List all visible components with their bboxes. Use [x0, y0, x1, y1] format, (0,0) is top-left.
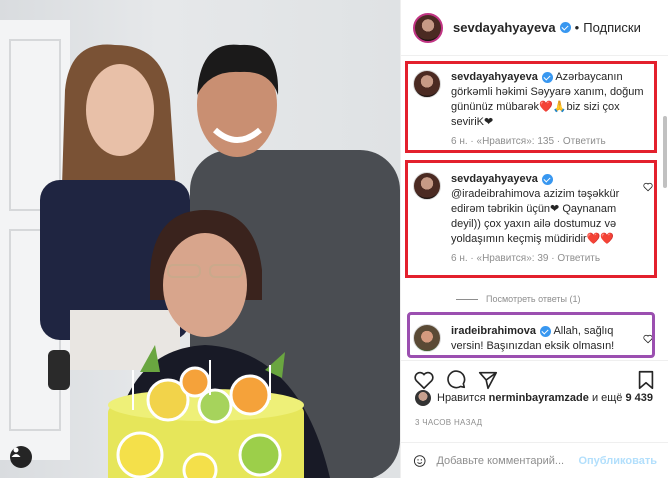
view-replies-link[interactable]: Посмотреть ответы (1)	[456, 294, 581, 304]
following-button[interactable]: Подписки	[583, 20, 641, 35]
post-side-panel: sevdayahyayeva • Подписки sevdayahyayeva…	[400, 0, 668, 478]
likes-count[interactable]: 9 439	[626, 392, 654, 404]
comment-bubble-icon[interactable]	[445, 369, 467, 391]
likes-summary: Нравится nerminbayramzade и ещё 9 439	[415, 390, 653, 406]
author-username[interactable]: sevdayahyayeva	[453, 20, 556, 35]
post-photo-illustration	[0, 20, 400, 478]
purple-highlight-box	[407, 312, 655, 358]
post-photo[interactable]	[0, 0, 400, 478]
separator-dot: •	[574, 20, 580, 35]
comments-scrollbar[interactable]	[663, 116, 667, 188]
view-replies-label: Посмотреть ответы (1)	[486, 294, 581, 304]
author-avatar[interactable]	[413, 12, 443, 43]
replies-divider	[456, 298, 478, 300]
emoji-smile-icon[interactable]	[413, 451, 426, 471]
post-timestamp: 3 ЧАСОВ НАЗАД	[415, 418, 483, 427]
publish-button[interactable]: Опубликовать	[578, 455, 657, 467]
liker-username[interactable]: nerminbayramzade	[489, 392, 589, 404]
red-highlight-box	[405, 61, 657, 153]
red-highlight-box	[405, 160, 657, 278]
likes-prefix: Нравится	[437, 392, 486, 404]
comments-list[interactable]: sevdayahyayeva Azərbaycanın görkəmli hək…	[401, 56, 668, 358]
like-heart-icon[interactable]	[413, 369, 435, 391]
user-tag-icon[interactable]	[10, 446, 32, 468]
save-bookmark-icon[interactable]	[635, 369, 657, 391]
share-paper-plane-icon[interactable]	[477, 369, 499, 391]
add-comment-row: Опубликовать	[401, 442, 668, 478]
post-header: sevdayahyayeva • Подписки	[401, 0, 668, 56]
add-comment-input[interactable]	[436, 454, 579, 467]
post-actions-bar	[401, 360, 668, 394]
likes-suffix: и ещё	[591, 392, 623, 404]
verified-badge-icon	[559, 22, 571, 33]
liker-avatar[interactable]	[415, 390, 431, 406]
